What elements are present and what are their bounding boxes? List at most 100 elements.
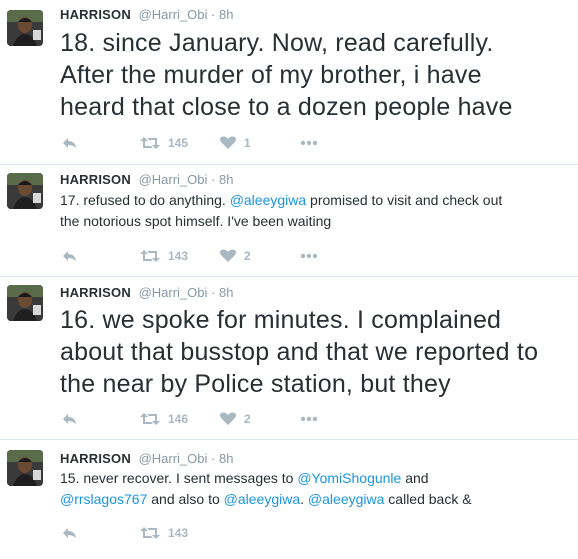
avatar[interactable] <box>7 10 43 46</box>
mention-link[interactable]: @aleeygiwa <box>224 491 300 507</box>
tweet[interactable]: HARRISON @Harri_Obi · 8h 17. refused to … <box>0 164 578 277</box>
text-segment: 18. since January. Now, read carefully. <box>60 29 494 57</box>
more-button[interactable] <box>300 246 318 266</box>
reply-button[interactable] <box>62 133 78 153</box>
separator: · <box>211 451 216 466</box>
author-name[interactable]: HARRISON <box>60 7 131 22</box>
like-button[interactable]: 1 <box>220 133 251 153</box>
text-segment: . <box>300 491 308 507</box>
text-segment: After the murder of my brother, i have <box>60 61 482 89</box>
retweet-button[interactable]: 143 <box>140 246 188 266</box>
like-count: 2 <box>244 249 251 263</box>
author-handle[interactable]: @Harri_Obi <box>139 172 208 187</box>
author-handle[interactable]: @Harri_Obi <box>139 7 208 22</box>
mention-link[interactable]: @aleeygiwa <box>230 192 306 208</box>
reply-icon <box>63 138 76 148</box>
more-icon <box>300 140 318 146</box>
text-segment: called back & <box>384 491 472 507</box>
retweet-icon <box>140 527 160 539</box>
tweet-header: HARRISON @Harri_Obi · 8h <box>60 285 233 301</box>
text-segment: and also to <box>147 491 224 507</box>
author-name[interactable]: HARRISON <box>60 451 131 466</box>
like-button[interactable]: 2 <box>220 409 251 429</box>
tweet-line: After the murder of my brother, i have <box>60 59 570 91</box>
tweet[interactable]: HARRISON @Harri_Obi · 8h 16. we spoke fo… <box>0 276 578 440</box>
separator: · <box>211 285 216 300</box>
reply-button[interactable] <box>62 409 78 429</box>
author-handle[interactable]: @Harri_Obi <box>139 451 208 466</box>
tweet[interactable]: HARRISON @Harri_Obi · 8h 15. never recov… <box>0 439 578 559</box>
author-name[interactable]: HARRISON <box>60 285 131 300</box>
tweet-actions: 143 2 <box>60 246 360 266</box>
separator: · <box>211 7 216 22</box>
tweet-text: 18. since January. Now, read carefully. … <box>60 27 570 123</box>
mention-link[interactable]: @aleeygiwa <box>308 491 384 507</box>
text-segment: the near by Police station, but they <box>60 370 451 398</box>
avatar[interactable] <box>7 173 43 209</box>
tweet-line: the near by Police station, but they <box>60 368 570 400</box>
more-button[interactable] <box>300 133 318 153</box>
timestamp[interactable]: 8h <box>219 451 233 466</box>
tweet-line: about that busstop and that we reported … <box>60 336 570 368</box>
heart-icon <box>220 249 236 262</box>
separator: · <box>211 172 216 187</box>
retweet-button[interactable]: 145 <box>140 133 188 153</box>
text-segment: 16. we spoke for minutes. I complained <box>60 306 502 334</box>
retweet-count: 143 <box>168 249 189 263</box>
text-segment: and <box>401 470 429 486</box>
mention-link[interactable]: @rrslagos767 <box>60 491 147 507</box>
tweet-actions: 146 2 <box>60 409 360 429</box>
avatar[interactable] <box>7 450 43 486</box>
retweet-count: 143 <box>168 526 189 540</box>
tweet-actions: 145 1 <box>60 133 360 153</box>
text-segment: the notorious spot himself. I've been wa… <box>60 213 332 229</box>
timestamp[interactable]: 8h <box>219 7 233 22</box>
mention-link[interactable]: @YomiShogunle <box>297 470 401 486</box>
timestamp[interactable]: 8h <box>219 172 233 187</box>
reply-icon <box>63 414 76 424</box>
tweet-line: 15. never recover. I sent messages to @Y… <box>60 468 570 489</box>
like-count: 2 <box>244 412 251 426</box>
timestamp[interactable]: 8h <box>219 285 233 300</box>
tweet-line: @rrslagos767 and also to @aleeygiwa. @al… <box>60 489 570 510</box>
retweet-icon <box>140 137 160 149</box>
tweet-actions: 143 <box>60 523 360 543</box>
reply-icon <box>63 528 76 538</box>
tweet-header: HARRISON @Harri_Obi · 8h <box>60 172 233 188</box>
retweet-count: 145 <box>168 136 189 150</box>
text-segment: 15. never recover. I sent messages to <box>60 470 298 486</box>
reply-button[interactable] <box>62 523 78 543</box>
like-button[interactable]: 2 <box>220 246 251 266</box>
text-segment: heard that close to a dozen people have <box>60 93 513 121</box>
retweet-button[interactable]: 146 <box>140 409 188 429</box>
retweet-icon <box>140 250 160 262</box>
text-segment: about that busstop and that we reported … <box>60 338 539 366</box>
heart-icon <box>220 136 236 149</box>
tweet-header: HARRISON @Harri_Obi · 8h <box>60 451 233 467</box>
tweet[interactable]: HARRISON @Harri_Obi · 8h 18. since Janua… <box>0 0 578 165</box>
tweet-text: 17. refused to do anything. @aleeygiwa p… <box>60 190 570 232</box>
text-segment: 17. refused to do anything. <box>60 192 230 208</box>
avatar[interactable] <box>7 285 43 321</box>
tweet-header: HARRISON @Harri_Obi · 8h <box>60 7 233 23</box>
author-handle[interactable]: @Harri_Obi <box>139 285 208 300</box>
heart-icon <box>220 412 236 425</box>
more-button[interactable] <box>300 409 318 429</box>
retweet-count: 146 <box>168 412 189 426</box>
tweet-line: 16. we spoke for minutes. I complained <box>60 304 570 336</box>
text-segment: promised to visit and check out <box>306 192 503 208</box>
tweet-text: 15. never recover. I sent messages to @Y… <box>60 468 570 510</box>
tweet-line: heard that close to a dozen people have <box>60 91 570 123</box>
author-name[interactable]: HARRISON <box>60 172 131 187</box>
like-count: 1 <box>244 136 251 150</box>
tweet-line: the notorious spot himself. I've been wa… <box>60 211 570 232</box>
tweet-line: 17. refused to do anything. @aleeygiwa p… <box>60 190 570 211</box>
reply-button[interactable] <box>62 246 78 266</box>
timeline: HARRISON @Harri_Obi · 8h 18. since Janua… <box>0 0 578 540</box>
more-icon <box>300 253 318 259</box>
reply-icon <box>63 251 76 261</box>
tweet-line: 18. since January. Now, read carefully. <box>60 27 570 59</box>
retweet-button[interactable]: 143 <box>140 523 188 543</box>
tweet-text: 16. we spoke for minutes. I complained a… <box>60 304 570 400</box>
more-icon <box>300 416 318 422</box>
